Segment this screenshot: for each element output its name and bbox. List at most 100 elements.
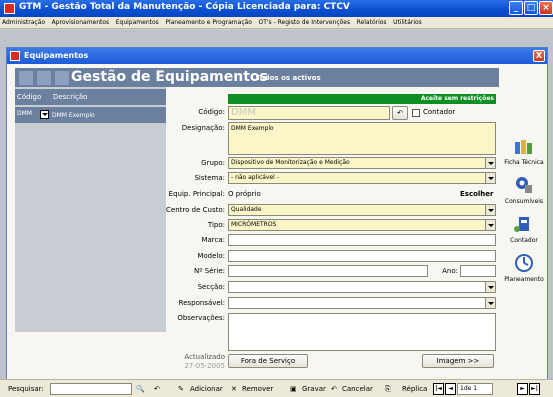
chevron-down-icon[interactable] (485, 158, 495, 168)
undo-search-icon[interactable]: ↶ (154, 383, 160, 395)
chevron-down-icon[interactable] (485, 205, 495, 215)
remover-button[interactable]: Remover (242, 383, 273, 395)
actualizado-label: Actualizado (184, 353, 225, 361)
page-header: Gestão de Equipamentos Todos os activos (15, 68, 499, 87)
centro-custo-select[interactable]: Qualidade (228, 204, 496, 216)
equip-principal-value: O próprio (228, 190, 261, 198)
menu-planeamento[interactable]: Planeamento e Programação (163, 17, 254, 28)
escolher-button[interactable]: Escolher (460, 190, 494, 198)
books-icon (513, 136, 535, 156)
cancelar-button[interactable]: Cancelar (342, 383, 373, 395)
actualizado-date: 27-05-2005 (184, 362, 225, 370)
window-icon (10, 51, 20, 61)
list-item[interactable]: DMM DMM Exemplo (15, 107, 166, 123)
grupo-select[interactable]: Dispositivo de Monitorização e Medição (228, 157, 496, 169)
contador-checkbox[interactable] (412, 109, 420, 117)
child-titlebar: Equipamentos X (7, 48, 547, 64)
gravar-button[interactable]: Gravar (302, 383, 326, 395)
codigo-field[interactable]: DMM (228, 106, 390, 120)
side-ficha-tecnica[interactable]: Ficha Técnica (501, 136, 547, 166)
tipo-label: Tipo: (207, 221, 225, 229)
bottom-toolbar: Pesquisar: 🔍 ↶ ✎ Adicionar ✕ Remover ▣ G… (0, 379, 553, 397)
side-planeamento[interactable]: Planeamento (501, 253, 547, 283)
seccao-label: Secção: (197, 283, 225, 291)
page-subtitle: Todos os activos (256, 74, 321, 82)
imagem-button[interactable]: Imagem >> (422, 354, 494, 368)
column-header-codigo[interactable]: Código (15, 89, 49, 105)
chevron-down-icon[interactable] (485, 220, 495, 230)
ano-field[interactable] (460, 265, 496, 277)
header-square-1 (19, 71, 33, 85)
equipment-list: Código Descrição DMM DMM Exemplo (15, 87, 166, 332)
contador-checkbox-label: Contador (423, 108, 456, 116)
app-titlebar: GTM - Gestão Total da Manutenção - Cópia… (0, 0, 553, 17)
last-record-icon[interactable]: ►| (529, 383, 540, 395)
side-contador[interactable]: Contador (501, 214, 547, 244)
menu-ots[interactable]: OT's - Registo de Intervenções (257, 17, 353, 28)
consumables-icon (513, 175, 535, 195)
undo-icon[interactable]: ↶ (392, 106, 408, 120)
first-record-icon[interactable]: |◄ (433, 383, 444, 395)
side-ficha-tecnica-label: Ficha Técnica (504, 159, 544, 166)
modelo-field[interactable] (228, 250, 496, 262)
replica-button[interactable]: Réplica (402, 383, 427, 395)
chevron-down-icon[interactable] (485, 282, 495, 292)
app-icon (4, 3, 15, 14)
menu-administracao[interactable]: Administração (0, 17, 47, 28)
side-consumiveis[interactable]: Consumíveis (501, 175, 547, 205)
column-header-descricao[interactable]: Descrição (49, 89, 166, 105)
chevron-down-icon[interactable] (485, 298, 495, 308)
child-close-button[interactable]: X (533, 50, 545, 62)
list-item-description: DMM Exemplo (52, 112, 95, 119)
header-square-3 (55, 71, 69, 85)
header-square-2 (37, 71, 51, 85)
save-icon: ▣ (290, 385, 297, 393)
sistema-value: - não aplicável - (231, 174, 279, 181)
responsavel-label: Responsável: (178, 299, 225, 307)
menu-bar: Administração Aprovisionamentos Equipame… (0, 17, 553, 29)
side-planeamento-label: Planeamento (504, 276, 544, 283)
menu-utilitarios[interactable]: Utilitários (391, 17, 424, 28)
record-counter: 1de 1 (457, 383, 493, 395)
add-icon: ✎ (178, 385, 184, 393)
codigo-label: Código: (198, 108, 225, 116)
cancel-icon: ↶ (331, 385, 337, 393)
sistema-label: Sistema: (194, 174, 225, 182)
seccao-select[interactable] (228, 281, 496, 293)
observacoes-label: Observações: (177, 314, 225, 322)
sistema-select[interactable]: - não aplicável - (228, 172, 496, 184)
modelo-label: Modelo: (197, 252, 225, 260)
minimize-button[interactable]: _ (509, 1, 523, 15)
n-serie-field[interactable] (228, 265, 428, 277)
binoculars-icon[interactable]: 🔍 (136, 383, 145, 395)
row-dropdown-icon[interactable] (40, 110, 49, 119)
search-label: Pesquisar: (8, 385, 44, 393)
menu-relatorios[interactable]: Relatórios (355, 17, 389, 28)
equip-principal-label: Equip. Principal: (168, 190, 225, 198)
list-item-code: DMM (17, 110, 32, 117)
menu-equipamentos[interactable]: Equipamentos (114, 17, 161, 28)
child-title: Equipamentos (24, 51, 89, 60)
counter-icon (513, 214, 535, 234)
ano-label: Ano: (442, 267, 458, 275)
marca-label: Marca: (201, 236, 225, 244)
chevron-down-icon[interactable] (485, 173, 495, 183)
search-input[interactable] (50, 383, 132, 395)
centro-custo-label: Centro de Custo: (166, 206, 225, 214)
equipamentos-window: Equipamentos X Gestão de Equipamentos To… (6, 47, 548, 380)
remove-icon: ✕ (231, 385, 237, 393)
responsavel-select[interactable] (228, 297, 496, 309)
designacao-field[interactable]: DMM Exemplo (228, 122, 496, 155)
adicionar-button[interactable]: Adicionar (190, 383, 223, 395)
next-record-icon[interactable]: ► (517, 383, 528, 395)
marca-field[interactable] (228, 234, 496, 246)
close-button[interactable]: × (539, 1, 553, 15)
maximize-button[interactable]: □ (524, 1, 538, 15)
menu-aprovisionamentos[interactable]: Aprovisionamentos (50, 17, 112, 28)
observacoes-field[interactable] (228, 313, 496, 351)
replica-icon: ⎘ (385, 385, 391, 393)
tipo-select[interactable]: MICRÓMETROS (228, 219, 496, 231)
fora-servico-button[interactable]: Fora de Serviço (228, 354, 308, 368)
previous-record-icon[interactable]: ◄ (445, 383, 456, 395)
side-consumiveis-label: Consumíveis (504, 198, 544, 205)
